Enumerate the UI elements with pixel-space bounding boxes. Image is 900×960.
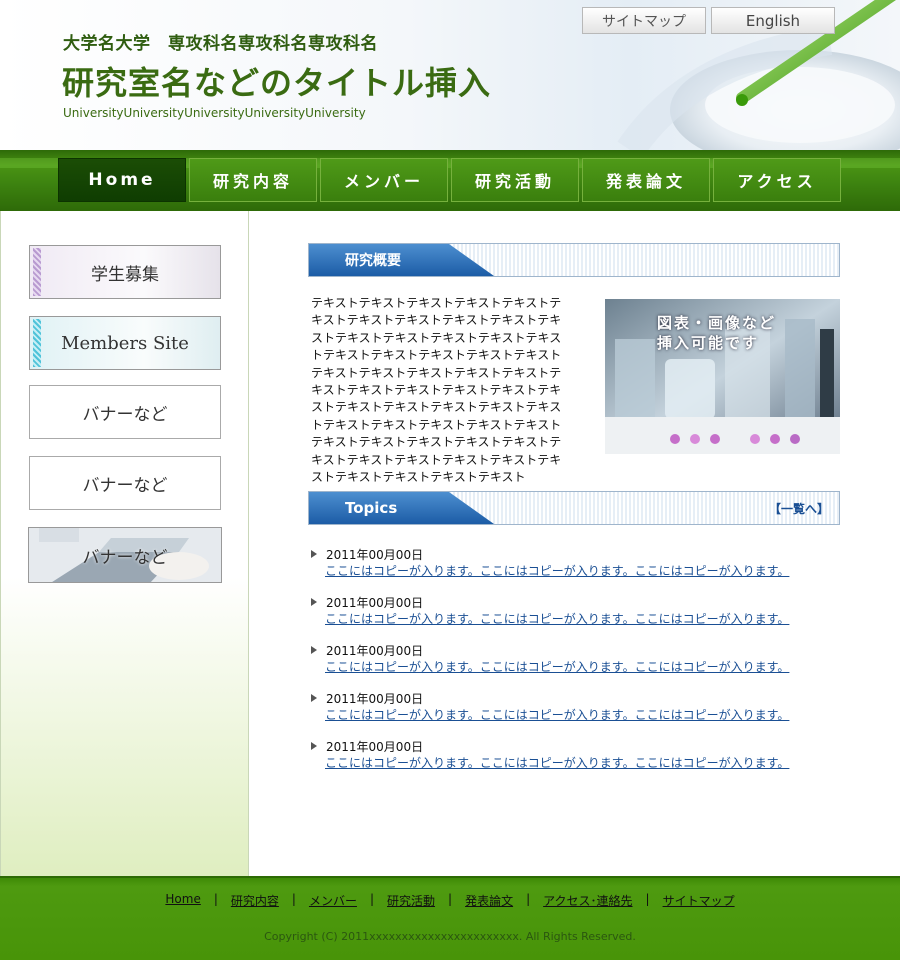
banner-label: バナーなど: [82, 547, 168, 568]
banner-student-recruitment[interactable]: 学生募集: [29, 245, 221, 299]
nav-members[interactable]: メンバー: [320, 158, 448, 202]
bullet-arrow-icon: [311, 598, 317, 606]
site-header: 大学名大学 専攻科名専攻科名専攻科名 研究室名などのタイトル挿入 Univers…: [0, 0, 900, 150]
overview-text: テキストテキストテキストテキストテキストテキストテキストテキストテキストテキスト…: [311, 296, 562, 485]
bullet-arrow-icon: [311, 742, 317, 750]
main-content: 研究概要 テキストテキストテキストテキストテキストテキストテキストテキストテキス…: [249, 211, 900, 876]
topic-date: 2011年00月00日: [326, 740, 424, 754]
site-footer: Home | 研究内容 | メンバー | 研究活動 | 発表論文 | アクセス･…: [0, 876, 900, 960]
footer-link-members[interactable]: メンバー: [296, 892, 370, 909]
banner-label: バナーなど: [82, 475, 168, 496]
topic-date: 2011年00月00日: [326, 548, 424, 562]
section-tab: [309, 492, 494, 524]
banner-label: バナーなど: [82, 404, 168, 425]
section-tab: [309, 244, 494, 276]
footer-link-activities[interactable]: 研究活動: [374, 892, 448, 909]
banner-placeholder-1[interactable]: バナーなど: [29, 385, 221, 439]
nav-publications[interactable]: 発表論文: [582, 158, 710, 202]
sitemap-button[interactable]: サイトマップ: [582, 7, 706, 34]
banner-label: 学生募集: [91, 264, 159, 285]
global-nav: Home 研究内容 メンバー 研究活動 発表論文 アクセス: [0, 150, 900, 211]
copyright: Copyright (C) 2011xxxxxxxxxxxxxxxxxxxxxx…: [264, 930, 636, 943]
footer-link-research[interactable]: 研究内容: [218, 892, 292, 909]
topic-link[interactable]: ここにはコピーが入ります。ここにはコピーが入ります。ここにはコピーが入ります。: [325, 706, 789, 723]
university-name-english: UniversityUniversityUniversityUniversity…: [63, 106, 366, 120]
nav-access[interactable]: アクセス: [713, 158, 841, 202]
bullet-arrow-icon: [311, 646, 317, 654]
footer-link-home[interactable]: Home: [152, 892, 213, 909]
topic-date: 2011年00月00日: [326, 692, 424, 706]
footer-nav: Home | 研究内容 | メンバー | 研究活動 | 発表論文 | アクセス･…: [0, 892, 900, 909]
nav-home[interactable]: Home: [58, 158, 186, 202]
lab-photo: 図表・画像など 挿入可能です: [605, 299, 840, 454]
footer-link-publications[interactable]: 発表論文: [452, 892, 526, 909]
topic-link[interactable]: ここにはコピーが入ります。ここにはコピーが入ります。ここにはコピーが入ります。: [325, 658, 789, 675]
university-department: 大学名大学 専攻科名専攻科名専攻科名: [63, 34, 378, 54]
bullet-arrow-icon: [311, 550, 317, 558]
topics-list-link[interactable]: 【一覧へ】: [769, 492, 829, 524]
banner-members-site[interactable]: Members Site: [29, 316, 221, 370]
section-header-topics: Topics 【一覧へ】: [308, 491, 840, 525]
nav-activities[interactable]: 研究活動: [451, 158, 579, 202]
sidebar: 学生募集 Members Site バナーなど バナーなど バナーなど: [0, 211, 249, 876]
banner-label: Members Site: [61, 332, 189, 354]
section-title: Topics: [345, 499, 398, 517]
banner-laptop-photo[interactable]: バナーなど: [28, 527, 222, 583]
banner-placeholder-2[interactable]: バナーなど: [29, 456, 221, 510]
topic-link[interactable]: ここにはコピーが入ります。ここにはコピーが入ります。ここにはコピーが入ります。: [325, 562, 789, 579]
lab-title: 研究室名などのタイトル挿入: [62, 64, 492, 102]
topic-date: 2011年00月00日: [326, 596, 424, 610]
section-title: 研究概要: [345, 253, 401, 269]
photo-caption: 図表・画像など 挿入可能です: [657, 314, 777, 352]
topic-date: 2011年00月00日: [326, 644, 424, 658]
topic-link[interactable]: ここにはコピーが入ります。ここにはコピーが入ります。ここにはコピーが入ります。: [325, 754, 789, 771]
footer-link-access[interactable]: アクセス･連絡先: [530, 892, 645, 909]
section-header-overview: 研究概要: [308, 243, 840, 277]
nav-research[interactable]: 研究内容: [189, 158, 317, 202]
footer-link-sitemap[interactable]: サイトマップ: [650, 892, 748, 909]
english-button[interactable]: English: [711, 7, 835, 34]
bullet-arrow-icon: [311, 694, 317, 702]
topic-link[interactable]: ここにはコピーが入ります。ここにはコピーが入ります。ここにはコピーが入ります。: [325, 610, 789, 627]
